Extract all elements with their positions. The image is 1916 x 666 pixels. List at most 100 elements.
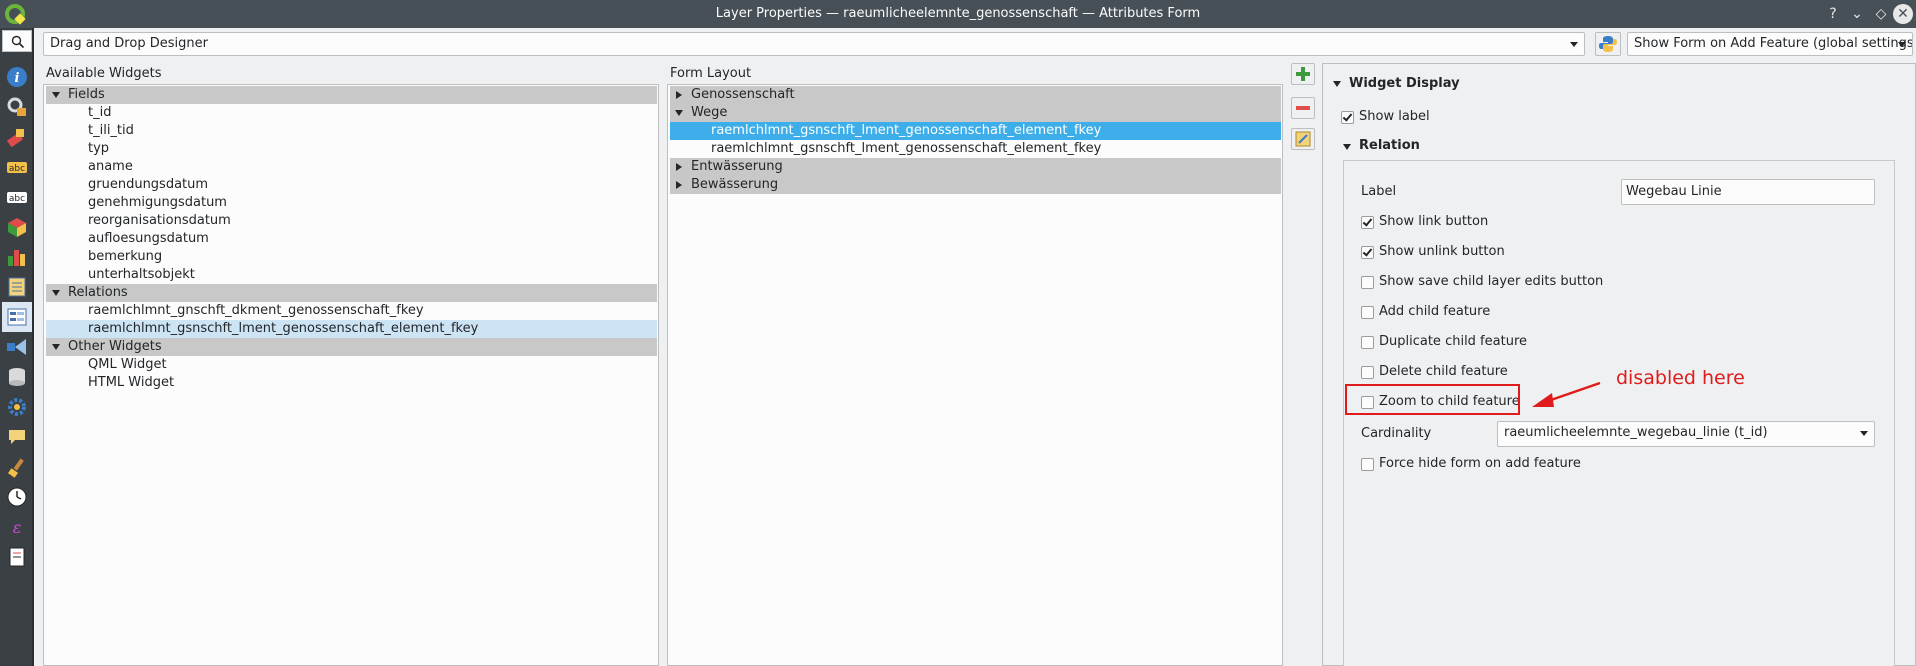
sidebar-item-information[interactable]: i	[2, 62, 32, 92]
sidebar-item-symbology[interactable]	[2, 122, 32, 152]
edit-item-button[interactable]	[1291, 128, 1315, 150]
python-init-button[interactable]	[1595, 32, 1621, 56]
delete-child-feature-checkbox[interactable]	[1361, 366, 1374, 379]
sidebar-item-auxiliary-storage[interactable]	[2, 362, 32, 392]
tree-item-field[interactable]: t_ili_tid	[46, 122, 134, 140]
tree-item-relation[interactable]: raemlchlmnt_gnschft_dkment_genossenschaf…	[46, 302, 424, 320]
svg-text:ε: ε	[13, 518, 22, 537]
python-icon	[1599, 36, 1617, 52]
widget-display-header: Widget Display	[1349, 76, 1460, 91]
sidebar-item-diagrams[interactable]	[2, 242, 32, 272]
labels-icon: abc	[7, 162, 27, 174]
tree-item-field[interactable]: bemerkung	[46, 248, 162, 266]
3d-view-icon	[8, 218, 26, 237]
sidebar-item-rendering[interactable]	[2, 452, 32, 482]
tree-node-wege[interactable]: Wege	[670, 104, 1281, 122]
plus-icon	[1296, 67, 1310, 81]
sidebar-item-actions[interactable]	[2, 392, 32, 422]
tree-item-relation-selected[interactable]: raemlchlmnt_gsnschft_lment_genossenschaf…	[670, 122, 1281, 140]
show-unlink-button-checkbox[interactable]	[1361, 246, 1374, 259]
expand-arrow-icon[interactable]	[52, 92, 60, 98]
svg-text:abc: abc	[9, 164, 25, 174]
sidebar-item-variables[interactable]: ε	[2, 512, 32, 542]
show-save-child-edits-checkbox[interactable]	[1361, 276, 1374, 289]
force-hide-form-text: Force hide form on add feature	[1379, 456, 1581, 471]
expand-arrow-icon[interactable]	[675, 110, 683, 116]
label-input[interactable]: Wegebau Linie	[1621, 179, 1875, 205]
sidebar-item-source[interactable]	[2, 92, 32, 122]
window-title: Layer Properties — raeumlicheelemnte_gen…	[715, 6, 1201, 21]
add-child-feature-text: Add child feature	[1379, 304, 1491, 319]
force-hide-form-checkbox[interactable]	[1361, 458, 1374, 471]
label-caption: Label	[1361, 184, 1397, 199]
help-icon[interactable]: ?	[1822, 3, 1844, 25]
tree-item-widget[interactable]: QML Widget	[46, 356, 167, 374]
collapse-arrow-icon[interactable]	[676, 91, 682, 99]
sidebar-item-metadata[interactable]	[2, 542, 32, 572]
expand-arrow-icon[interactable]	[1343, 144, 1351, 150]
annotation-highlight-box	[1345, 384, 1520, 415]
tree-group-other-widgets[interactable]: Other Widgets	[46, 338, 657, 356]
expand-arrow-icon[interactable]	[1333, 81, 1341, 87]
sidebar-item-attributes-form[interactable]	[2, 302, 32, 332]
form-layout-header: Form Layout	[670, 66, 752, 81]
expand-arrow-icon[interactable]	[52, 290, 60, 296]
designer-mode-combobox[interactable]: Drag and Drop Designer	[43, 32, 1585, 56]
tree-group-fields[interactable]: Fields	[46, 86, 657, 104]
sidebar-item-masks[interactable]: abc	[2, 182, 32, 212]
show-form-on-add-value: Show Form on Add Feature (global setting…	[1634, 36, 1913, 51]
show-form-on-add-combobox[interactable]: Show Form on Add Feature (global setting…	[1627, 32, 1913, 56]
symbology-icon	[6, 129, 24, 148]
window-titlebar: Layer Properties — raeumlicheelemnte_gen…	[0, 0, 1916, 28]
show-label-checkbox[interactable]	[1341, 111, 1354, 124]
tree-item-field[interactable]: gruendungsdatum	[46, 176, 208, 194]
cardinality-combobox[interactable]: raeumlicheelemnte_wegebau_linie (t_id)	[1497, 421, 1875, 447]
diagrams-icon	[8, 250, 25, 266]
show-link-button-checkbox[interactable]	[1361, 216, 1374, 229]
collapse-arrow-icon[interactable]	[676, 181, 682, 189]
available-widgets-tree[interactable]: Fields t_id t_ili_tid typ aname gruendun…	[43, 84, 659, 666]
rendering-icon	[8, 458, 24, 478]
close-icon[interactable]: ✕	[1893, 4, 1913, 24]
annotation-text: disabled here	[1616, 367, 1745, 389]
tree-item-field[interactable]: typ	[46, 140, 109, 158]
actions-icon	[8, 398, 26, 416]
tree-node-genossenschaft[interactable]: Genossenschaft	[670, 86, 1281, 104]
tree-item-relation[interactable]: raemlchlmnt_gsnschft_lment_genossenschaf…	[670, 140, 1101, 158]
form-layout-tree[interactable]: Genossenschaft Wege raemlchlmnt_gsnschft…	[667, 84, 1283, 666]
designer-mode-value: Drag and Drop Designer	[50, 36, 208, 51]
tree-item-field[interactable]: genehmigungsdatum	[46, 194, 227, 212]
sidebar-item-fields[interactable]	[2, 272, 32, 302]
information-icon: i	[7, 67, 27, 87]
maximize-icon[interactable]: ◇	[1870, 3, 1892, 25]
tree-item-field[interactable]: aname	[46, 158, 133, 176]
tree-item-field[interactable]: aufloesungsdatum	[46, 230, 209, 248]
tree-item-widget[interactable]: HTML Widget	[46, 374, 174, 392]
sidebar-search-input[interactable]	[2, 30, 32, 52]
duplicate-child-feature-text: Duplicate child feature	[1379, 334, 1527, 349]
add-container-button[interactable]	[1291, 63, 1315, 85]
sidebar-item-joins[interactable]	[2, 332, 32, 362]
tree-group-relations[interactable]: Relations	[46, 284, 657, 302]
sidebar-item-3d-view[interactable]	[2, 212, 32, 242]
tree-item-field[interactable]: unterhaltsobjekt	[46, 266, 195, 284]
tree-node-bewaesserung[interactable]: Bewässerung	[670, 176, 1281, 194]
expand-arrow-icon[interactable]	[52, 344, 60, 350]
sidebar-item-temporal[interactable]	[2, 482, 32, 512]
duplicate-child-feature-checkbox[interactable]	[1361, 336, 1374, 349]
show-label-text: Show label	[1359, 109, 1430, 124]
relation-header: Relation	[1359, 138, 1420, 153]
remove-item-button[interactable]	[1291, 97, 1315, 119]
widget-properties-panel: Widget Display Show label Relation Label…	[1322, 63, 1916, 666]
tree-item-field[interactable]: reorganisationsdatum	[46, 212, 231, 230]
tree-item-relation[interactable]: raemlchlmnt_gsnschft_lment_genossenschaf…	[46, 320, 657, 338]
sidebar-item-labels[interactable]: abc	[2, 152, 32, 182]
masks-icon: abc	[7, 192, 27, 204]
tree-item-field[interactable]: t_id	[46, 104, 111, 122]
tree-node-entwaesserung[interactable]: Entwässerung	[670, 158, 1281, 176]
sidebar-item-display[interactable]	[2, 422, 32, 452]
collapse-arrow-icon[interactable]	[676, 163, 682, 171]
show-save-child-edits-text: Show save child layer edits button	[1379, 274, 1604, 289]
minimize-icon[interactable]: ⌄	[1846, 3, 1868, 25]
add-child-feature-checkbox[interactable]	[1361, 306, 1374, 319]
